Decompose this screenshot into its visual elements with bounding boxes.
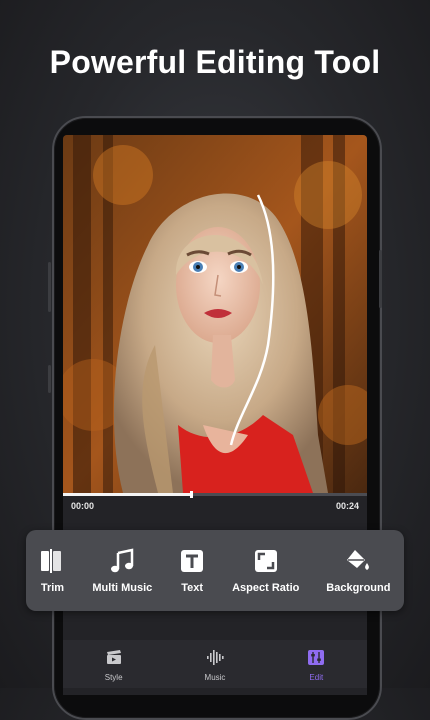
phone-side-button xyxy=(379,250,382,308)
trim-label: Trim xyxy=(40,581,65,594)
headline-title: Powerful Editing Tool xyxy=(49,44,381,80)
text-icon xyxy=(179,548,205,574)
phone-screen: 00:00 00:24 xyxy=(63,135,367,695)
progress-handle[interactable] xyxy=(190,491,193,498)
sliders-icon xyxy=(308,650,325,667)
clapperboard-icon xyxy=(106,650,122,667)
nav-item-style[interactable]: Style xyxy=(84,650,144,682)
aspect-ratio-icon xyxy=(253,548,279,574)
portrait-image xyxy=(63,135,367,493)
nav-label-music: Music xyxy=(204,673,226,682)
waveform-icon xyxy=(206,650,224,667)
nav-label-edit: Edit xyxy=(309,673,324,682)
duration-time: 00:24 xyxy=(335,501,359,511)
aspect-ratio-button[interactable]: Aspect Ratio xyxy=(232,548,299,594)
multi-music-button[interactable]: Multi Music xyxy=(92,547,153,594)
video-preview[interactable] xyxy=(63,135,367,493)
multi-music-label: Multi Music xyxy=(92,581,153,594)
edit-toolbar: Trim Multi Music Text Aspect Ratio Backg… xyxy=(26,530,404,611)
phone-side-button xyxy=(48,365,51,393)
trim-icon xyxy=(39,548,65,574)
bottom-nav: Style Music Edit xyxy=(63,640,367,688)
background-label: Background xyxy=(326,581,391,594)
background-button[interactable]: Background xyxy=(326,548,390,594)
phone-side-button xyxy=(48,262,51,312)
current-time: 00:00 xyxy=(71,501,95,511)
trim-button[interactable]: Trim xyxy=(39,548,65,594)
aspect-ratio-label: Aspect Ratio xyxy=(232,581,300,594)
progress-fill xyxy=(63,493,191,496)
paint-bucket-icon xyxy=(345,548,371,574)
text-label: Text xyxy=(181,581,204,594)
nav-item-edit[interactable]: Edit xyxy=(286,650,346,682)
text-button[interactable]: Text xyxy=(179,548,205,594)
nav-item-music[interactable]: Music xyxy=(185,650,245,682)
nav-label-style: Style xyxy=(104,673,123,682)
music-note-icon xyxy=(109,547,135,574)
